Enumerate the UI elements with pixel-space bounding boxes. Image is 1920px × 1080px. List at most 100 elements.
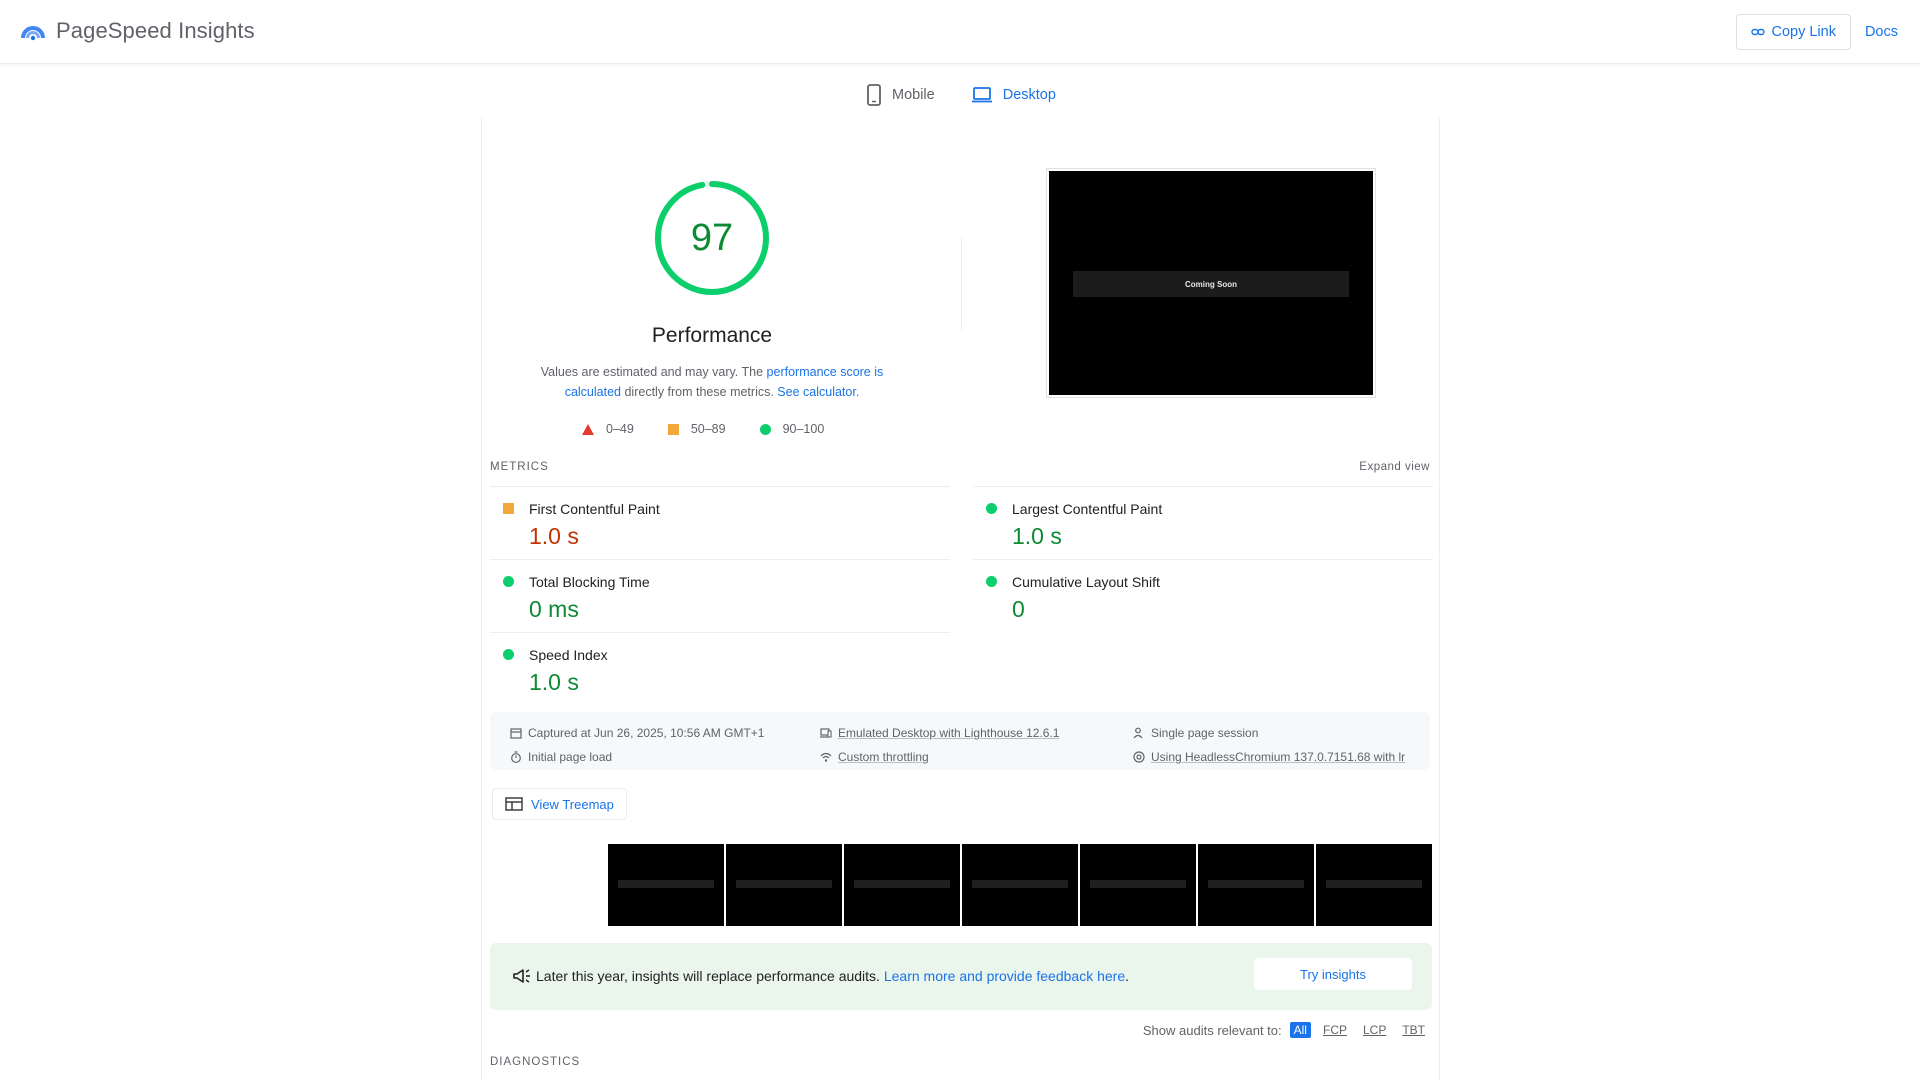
- metric-value: 1.0 s: [1012, 523, 1062, 549]
- final-screenshot[interactable]: Coming Soon: [1046, 168, 1376, 398]
- expand-view-toggle[interactable]: Expand view: [1359, 461, 1430, 473]
- square-icon: [667, 423, 679, 435]
- average-square-icon: [503, 503, 514, 514]
- session-text: Single page session: [1151, 726, 1259, 740]
- filmstrip: [608, 844, 1432, 926]
- performance-description: Values are estimated and may vary. The p…: [522, 362, 902, 402]
- performance-title: Performance: [651, 324, 773, 347]
- report-card: 97 Performance Values are estimated and …: [481, 118, 1440, 1080]
- metric-name: Largest Contentful Paint: [1012, 501, 1163, 517]
- view-treemap-label: View Treemap: [531, 796, 614, 812]
- timer-icon: [511, 751, 521, 763]
- metric-si: Speed Index 1.0 s: [490, 632, 950, 705]
- banner-text: Later this year, insights will replace p…: [536, 968, 1129, 984]
- top-bar: PageSpeed Insights Copy Link Docs: [0, 0, 1920, 64]
- initial-load-text: Initial page load: [528, 750, 613, 764]
- runtime-settings: Captured at Jun 26, 2025, 10:56 AM GMT+1…: [490, 712, 1430, 770]
- metric-name: First Contentful Paint: [529, 501, 660, 517]
- filmstrip-frame: [1080, 844, 1196, 926]
- legend-average: 50–89: [667, 422, 726, 436]
- browser-text: Using HeadlessChromium 137.0.7151.68 wit…: [1151, 750, 1406, 764]
- filmstrip-frame: [1198, 844, 1314, 926]
- filter-chip-tbt[interactable]: TBT: [1398, 1022, 1429, 1038]
- metric-value: 0 ms: [529, 596, 579, 622]
- metric-name: Total Blocking Time: [529, 574, 650, 590]
- learn-more-link[interactable]: Learn more and provide feedback here: [884, 968, 1125, 984]
- tab-mobile[interactable]: Mobile: [864, 78, 937, 112]
- insights-banner: Later this year, insights will replace p…: [490, 943, 1432, 1010]
- filmstrip-frame: [726, 844, 842, 926]
- metric-tbt: Total Blocking Time 0 ms: [490, 559, 950, 632]
- person-icon: [1133, 727, 1143, 739]
- tab-mobile-label: Mobile: [892, 87, 935, 103]
- see-calculator-link[interactable]: See calculator.: [777, 385, 859, 399]
- metric-name: Speed Index: [529, 647, 608, 663]
- screenshot-image: Coming Soon: [1049, 171, 1373, 395]
- tab-desktop[interactable]: Desktop: [968, 78, 1059, 122]
- desc-text-1: Values are estimated and may vary. The: [540, 365, 767, 379]
- copy-link-button[interactable]: Copy Link: [1736, 14, 1851, 50]
- treemap-icon: [505, 797, 523, 811]
- link-icon: [1751, 28, 1766, 36]
- devices-icon: [820, 728, 832, 738]
- laptop-icon: [971, 87, 992, 103]
- wifi-icon: [820, 752, 832, 762]
- filmstrip-frame: [962, 844, 1078, 926]
- smartphone-icon: [867, 84, 881, 106]
- banner-message: Later this year, insights will replace p…: [536, 968, 884, 984]
- device-tabs: Mobile Desktop: [864, 78, 1059, 122]
- chrome-icon: [1133, 751, 1145, 763]
- performance-gauge: 97: [652, 178, 772, 298]
- initial-page-load: Initial page load: [510, 750, 612, 764]
- triangle-icon: [582, 423, 594, 435]
- metric-name: Cumulative Layout Shift: [1012, 574, 1160, 590]
- brand[interactable]: PageSpeed Insights: [20, 18, 255, 44]
- copy-link-label: Copy Link: [1771, 24, 1836, 40]
- tab-desktop-label: Desktop: [1002, 87, 1056, 103]
- good-circle-icon: [986, 576, 997, 587]
- legend-average-label: 50–89: [690, 422, 726, 436]
- page-session: Single page session: [1133, 726, 1258, 740]
- metric-lcp: Largest Contentful Paint 1.0 s: [973, 486, 1433, 559]
- desc-text-2: directly from these metrics.: [621, 385, 778, 399]
- legend-good-label: 90–100: [782, 422, 825, 436]
- captured-at-text: Captured at Jun 26, 2025, 10:56 AM GMT+1: [528, 726, 765, 740]
- megaphone-icon: [513, 969, 530, 983]
- performance-score: 97: [690, 216, 734, 259]
- good-circle-icon: [503, 649, 514, 660]
- score-legend: 0–49 50–89 90–100: [582, 422, 824, 436]
- good-circle-icon: [503, 576, 514, 587]
- legend-poor-label: 0–49: [606, 422, 634, 436]
- docs-link[interactable]: Docs: [1865, 24, 1898, 40]
- emulated-device-text: Emulated Desktop with Lighthouse 12.6.1: [838, 726, 1060, 740]
- circle-icon: [759, 423, 771, 435]
- metric-value: 0: [1012, 596, 1025, 622]
- good-circle-icon: [986, 503, 997, 514]
- pagespeed-logo-icon: [21, 26, 45, 41]
- brand-name: PageSpeed Insights: [56, 18, 255, 43]
- diagnostics-heading: DIAGNOSTICS: [490, 1056, 581, 1068]
- browser-version[interactable]: Using HeadlessChromium 137.0.7151.68 wit…: [1133, 750, 1405, 764]
- metric-fcp: First Contentful Paint 1.0 s: [490, 486, 950, 559]
- coming-soon-banner: Coming Soon: [1073, 271, 1349, 297]
- filter-chip-all[interactable]: All: [1289, 1022, 1311, 1038]
- metric-cls: Cumulative Layout Shift 0: [973, 559, 1433, 632]
- emulated-device[interactable]: Emulated Desktop with Lighthouse 12.6.1: [820, 726, 1059, 740]
- audit-filter: Show audits relevant to: All FCP LCP TBT: [1143, 1022, 1429, 1038]
- filter-label: Show audits relevant to:: [1142, 1022, 1282, 1038]
- legend-good: 90–100: [759, 422, 825, 436]
- filmstrip-frame: [844, 844, 960, 926]
- filmstrip-frame: [608, 844, 724, 926]
- try-insights-button[interactable]: Try insights: [1254, 958, 1412, 990]
- legend-poor: 0–49: [582, 422, 634, 436]
- custom-throttling[interactable]: Custom throttling: [820, 750, 929, 764]
- view-treemap-button[interactable]: View Treemap: [492, 788, 627, 820]
- captured-at: Captured at Jun 26, 2025, 10:56 AM GMT+1: [510, 726, 764, 740]
- filmstrip-frame: [1316, 844, 1432, 926]
- filter-chip-fcp[interactable]: FCP: [1319, 1022, 1351, 1038]
- metric-value: 1.0 s: [529, 669, 579, 695]
- metrics-header: METRICS Expand view: [490, 461, 1430, 473]
- section-divider: [961, 238, 962, 330]
- filter-chip-lcp[interactable]: LCP: [1359, 1022, 1390, 1038]
- metrics-heading: METRICS: [490, 461, 549, 473]
